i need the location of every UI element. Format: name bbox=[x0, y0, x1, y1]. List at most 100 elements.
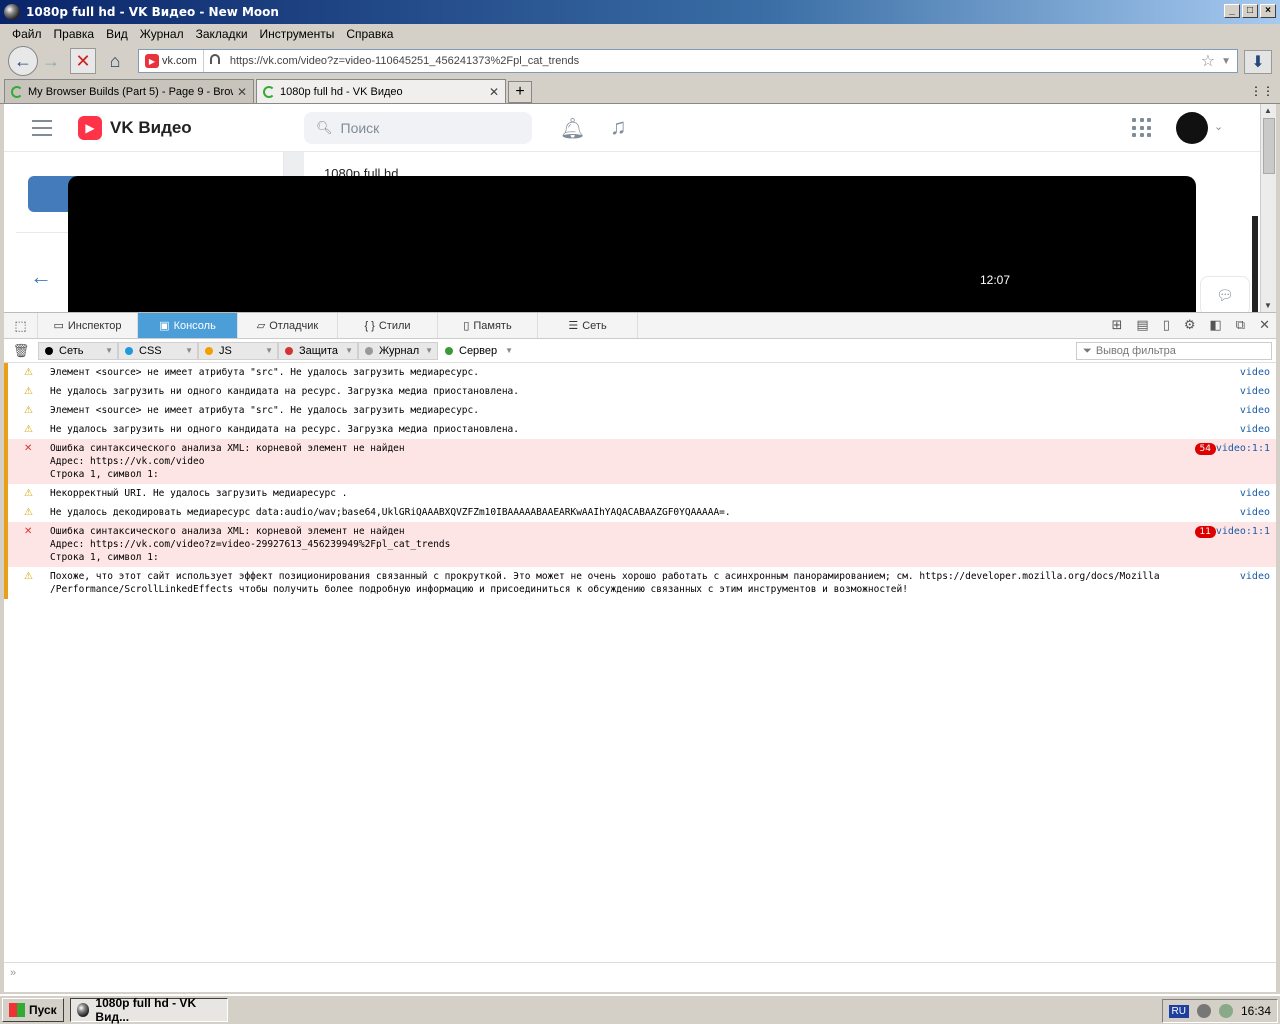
windows-logo-icon bbox=[9, 1003, 25, 1017]
tab-network[interactable]: ☰ Сеть bbox=[538, 313, 638, 338]
console-input[interactable]: » bbox=[4, 962, 1276, 982]
bell-icon[interactable]: 🔔︎ bbox=[560, 116, 585, 141]
menu-file[interactable]: Файл bbox=[6, 27, 48, 41]
message-source-link[interactable]: video bbox=[1240, 366, 1270, 379]
menu-bookmarks[interactable]: Закладки bbox=[190, 27, 254, 41]
console-warning-message[interactable]: ⚠ Элемент <source> не имеет атрибута "src… bbox=[4, 363, 1276, 382]
tab-list-icon[interactable]: ⋮⋮ bbox=[1250, 84, 1274, 98]
maximize-button[interactable]: □ bbox=[1242, 4, 1258, 18]
scrollbar-thumb[interactable] bbox=[1263, 118, 1275, 174]
tab-styles[interactable]: { } Стили bbox=[338, 313, 438, 338]
minimize-button[interactable]: _ bbox=[1224, 4, 1240, 18]
menu-help[interactable]: Справка bbox=[340, 27, 399, 41]
filter-dot bbox=[285, 346, 293, 355]
tab-inspector[interactable]: ▭ Инспектор bbox=[38, 313, 138, 338]
menubar: Файл Правка Вид Журнал Закладки Инструме… bbox=[0, 24, 1280, 44]
undock-icon[interactable]: ⧉ bbox=[1236, 317, 1245, 333]
bookmark-star-icon[interactable]: ☆ bbox=[1201, 51, 1215, 71]
error-icon: ✕ bbox=[24, 526, 33, 537]
menu-tools[interactable]: Инструменты bbox=[254, 27, 341, 41]
filter-css[interactable]: CSS ▼ bbox=[118, 341, 198, 360]
console-error-message[interactable]: ✕ Ошибка синтаксического анализа XML: кор… bbox=[4, 439, 1276, 484]
dock-side-icon[interactable]: ◧ bbox=[1210, 317, 1222, 333]
apps-grid-icon[interactable] bbox=[1132, 118, 1152, 138]
hamburger-menu-icon[interactable] bbox=[32, 120, 52, 136]
vk-video-logo-icon[interactable]: ▶ bbox=[78, 116, 102, 140]
search-input[interactable]: 🔍︎ Поиск bbox=[304, 112, 532, 144]
back-button[interactable]: ← bbox=[8, 46, 38, 76]
new-tab-button[interactable]: + bbox=[508, 81, 532, 103]
tab-memory[interactable]: ▯ Память bbox=[438, 313, 538, 338]
message-source-link[interactable]: video:1:1 bbox=[1216, 442, 1270, 455]
filter-server[interactable]: Сервер ▼ bbox=[438, 342, 518, 360]
chevron-down-icon: ▼ bbox=[345, 346, 353, 355]
scroll-up-icon[interactable]: ▲ bbox=[1264, 106, 1272, 115]
tab-vk-video[interactable]: 1080p full hd - VK Видео ✕ bbox=[256, 79, 506, 103]
stop-button[interactable]: ✕ bbox=[70, 48, 96, 74]
close-tab-icon[interactable]: ✕ bbox=[237, 85, 247, 99]
filter-output-input[interactable]: ⏷ Вывод фильтра bbox=[1076, 342, 1272, 360]
message-source-link[interactable]: video bbox=[1240, 487, 1270, 500]
security-tray-icon[interactable] bbox=[1218, 1004, 1233, 1018]
console-warning-message[interactable]: ⚠ Похоже, что этот сайт использует эффект… bbox=[4, 567, 1276, 599]
filter-security[interactable]: Защита ▼ bbox=[278, 341, 358, 360]
gear-icon[interactable]: ⚙ bbox=[1184, 317, 1196, 333]
split-console-icon[interactable]: ▤ bbox=[1136, 317, 1148, 333]
filter-js[interactable]: JS ▼ bbox=[198, 341, 278, 360]
menu-edit[interactable]: Правка bbox=[48, 27, 101, 41]
page-scrollbar[interactable]: ▲ ▼ bbox=[1260, 104, 1276, 312]
url-bar[interactable]: ▶ vk.com https://vk.com/video?z=video-11… bbox=[138, 49, 1238, 73]
message-source-link[interactable]: video bbox=[1240, 404, 1270, 417]
message-source-link[interactable]: video bbox=[1240, 385, 1270, 398]
taskbar-window-button[interactable]: 1080p full hd - VK Вид... bbox=[69, 996, 228, 1024]
console-warning-message[interactable]: ⚠ Не удалось загрузить ни одного кандидат… bbox=[4, 420, 1276, 439]
back-arrow-icon[interactable]: ← bbox=[30, 264, 52, 290]
message-source-link[interactable]: video bbox=[1240, 570, 1270, 583]
network-tray-icon[interactable] bbox=[1196, 1004, 1211, 1018]
message-source-link[interactable]: video bbox=[1240, 506, 1270, 519]
language-indicator[interactable]: RU bbox=[1168, 1004, 1189, 1018]
avatar[interactable] bbox=[1176, 112, 1208, 144]
console-warning-message[interactable]: ⚠ Некорректный URI. Не удалось загрузить … bbox=[4, 484, 1276, 503]
tab-browser-builds[interactable]: My Browser Builds (Part 5) - Page 9 - Br… bbox=[4, 79, 254, 103]
menu-view[interactable]: Вид bbox=[100, 27, 134, 41]
message-source-link[interactable]: video bbox=[1240, 423, 1270, 436]
message-text: Не удалось загрузить ни одного кандидата… bbox=[50, 424, 519, 435]
message-source-link[interactable]: video:1:1 bbox=[1216, 525, 1270, 538]
chevron-down-icon[interactable]: ⌄ bbox=[1214, 120, 1223, 133]
close-tab-icon[interactable]: ✕ bbox=[489, 85, 499, 99]
home-button[interactable]: ⌂ bbox=[102, 48, 128, 74]
console-error-message[interactable]: ✕ Ошибка синтаксического анализа XML: кор… bbox=[4, 522, 1276, 567]
split-layout-icon[interactable]: ⊞ bbox=[1111, 317, 1122, 333]
start-button[interactable]: Пуск bbox=[2, 998, 64, 1022]
video-scrollbar[interactable] bbox=[1252, 216, 1258, 312]
clear-console-icon[interactable]: 🗑︎ bbox=[4, 343, 38, 359]
inspector-icon: ▭ bbox=[53, 320, 64, 332]
console-warning-message[interactable]: ⚠ Не удалось декодировать медиаресурс dat… bbox=[4, 503, 1276, 522]
music-icon[interactable]: ♫ bbox=[610, 114, 627, 140]
scroll-down-icon[interactable]: ▼ bbox=[1264, 301, 1272, 310]
warning-icon: ⚠ bbox=[24, 386, 33, 397]
loading-icon bbox=[11, 85, 23, 98]
element-picker-icon[interactable]: ⬚ bbox=[4, 313, 38, 338]
message-text: Не удалось загрузить ни одного кандидата… bbox=[50, 386, 519, 397]
filter-dot bbox=[45, 346, 53, 355]
close-window-button[interactable]: × bbox=[1260, 4, 1276, 18]
site-identity[interactable]: ▶ vk.com bbox=[139, 50, 204, 72]
url-input[interactable]: https://vk.com/video?z=video-110645251_4… bbox=[224, 55, 1201, 67]
vk-brand[interactable]: VK Видео bbox=[110, 118, 192, 138]
console-warning-message[interactable]: ⚠ Элемент <source> не имеет атрибута "src… bbox=[4, 401, 1276, 420]
console-warning-message[interactable]: ⚠ Не удалось загрузить ни одного кандидат… bbox=[4, 382, 1276, 401]
tab-debugger[interactable]: ▱ Отладчик bbox=[238, 313, 338, 338]
forward-button[interactable]: → bbox=[38, 48, 64, 74]
url-dropdown-icon[interactable]: ▼ bbox=[1221, 56, 1231, 67]
video-player[interactable]: 12:07 bbox=[68, 176, 1258, 312]
filter-net[interactable]: Сеть ▼ bbox=[38, 341, 118, 360]
download-icon[interactable]: ⬇ bbox=[1244, 50, 1272, 74]
tab-console[interactable]: ▣ Консоль bbox=[138, 313, 238, 338]
filter-log[interactable]: Журнал ▼ bbox=[358, 341, 438, 360]
menu-history[interactable]: Журнал bbox=[134, 27, 190, 41]
responsive-mode-icon[interactable]: ▯ bbox=[1163, 317, 1170, 333]
video-duration: 12:07 bbox=[980, 273, 1011, 287]
close-devtools-icon[interactable]: ✕ bbox=[1259, 317, 1270, 333]
